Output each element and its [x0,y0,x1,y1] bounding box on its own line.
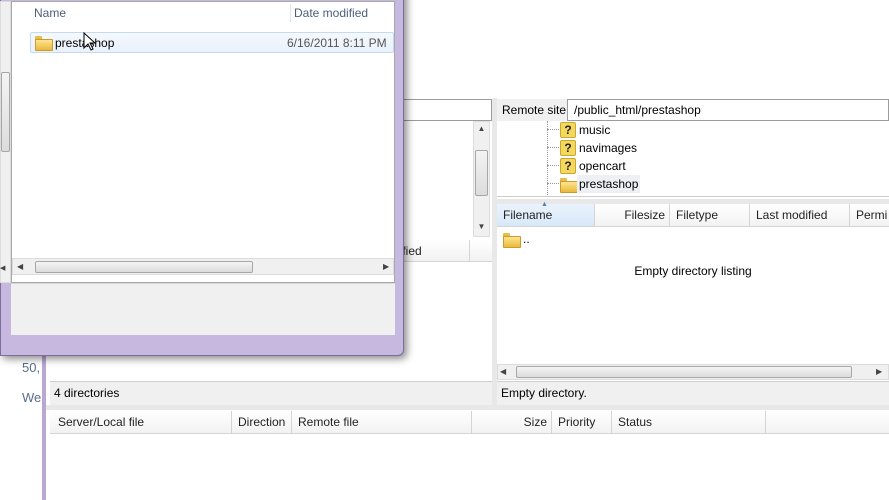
queue-column-priority[interactable]: Priority [552,411,612,433]
local-tree-scrollbar[interactable]: ▲ ▼ [473,121,490,237]
list-item-parent-directory[interactable]: .. [501,231,701,249]
queue-column-remote-file[interactable]: Remote file [292,411,472,433]
remote-list-hscrollbar[interactable]: ◀ ▶ [497,364,889,380]
sort-up-arrow-icon: ▲ [541,201,548,208]
scroll-down-arrow-icon[interactable]: ▼ [474,222,489,231]
remote-column-filesize[interactable]: Filesize [595,204,670,226]
file-date: 6/16/2011 8:11 PM [287,36,387,50]
remote-list-header: Filename ▲ Filesize Filetype Last modifi… [497,201,889,227]
scroll-up-arrow-icon[interactable]: ▲ [474,124,489,133]
scroll-thumb[interactable] [1,72,10,152]
scroll-right-arrow-icon[interactable]: ▶ [876,367,882,376]
scroll-left-arrow-icon[interactable]: ◀ [0,264,5,272]
scroll-thumb[interactable] [35,261,253,273]
scroll-left-arrow-icon[interactable]: ◀ [500,367,506,376]
scroll-thumb[interactable] [475,150,488,196]
question-folder-icon: ? [560,140,576,156]
background-text-fragment: We [22,390,42,405]
scroll-thumb[interactable] [516,366,852,378]
empty-listing-message: Empty directory listing [634,264,752,278]
tree-connector [547,147,559,148]
dialog-nav-scrollbar[interactable]: ◀ [0,1,11,283]
remote-status-bar: Empty directory. [497,381,889,405]
remote-site-bar: Remote site: /public_html/prestashop [497,99,889,121]
dialog-file-list: Name Date modified prestashop 6/16/2011 … [11,1,395,283]
tree-item-label: opencart [579,159,626,173]
tree-item-music[interactable]: ? music [547,121,747,139]
remote-column-permissions[interactable]: Permi [850,204,889,226]
dialog-hscrollbar[interactable]: ◀ ▶ [12,258,394,275]
scroll-right-arrow-icon[interactable]: ▶ [383,262,389,271]
tree-item-label: music [579,123,611,137]
remote-column-last-modified[interactable]: Last modified [750,204,850,226]
queue-list [50,434,889,500]
remote-column-filetype[interactable]: Filetype [670,204,750,226]
dialog-column-date-modified[interactable]: Date modified [282,2,394,24]
tree-connector [547,183,559,184]
tree-item-navimages[interactable]: ? navimages [547,139,747,157]
queue-column-server-local-file[interactable]: Server/Local file [50,411,232,433]
queue-header: Server/Local file Direction Remote file … [50,411,889,434]
tree-item-prestashop[interactable]: prestashop [547,175,747,193]
queue-column-direction[interactable]: Direction [232,411,292,433]
remote-site-label: Remote site: [502,103,570,117]
tree-item-label: navimages [579,141,638,155]
tree-connector [547,165,559,166]
queue-column-size[interactable]: Size [472,411,552,433]
dialog-footer [11,283,395,335]
queue-splitter[interactable] [46,405,889,410]
tree-connector [547,129,559,130]
remote-file-list: .. Empty directory listing [497,227,889,364]
open-file-dialog: Name Date modified prestashop 6/16/2011 … [0,0,404,356]
queue-column-status[interactable]: Status [612,411,766,433]
question-folder-icon: ? [560,158,576,174]
background-text-fragment: 50, [22,360,41,375]
folder-icon [35,36,53,51]
tree-item-opencart[interactable]: ? opencart [547,157,747,175]
dialog-column-name[interactable]: Name [22,2,292,24]
folder-icon [503,233,521,248]
folder-icon [560,178,578,193]
tree-item-label: prestashop [577,175,641,193]
local-status-bar: 4 directories [50,381,492,405]
list-item-label: .. [523,232,530,246]
question-folder-icon: ? [560,122,576,138]
scroll-left-arrow-icon[interactable]: ◀ [17,262,23,271]
dialog-list-header: Name Date modified [12,2,394,24]
remote-site-input[interactable]: /public_html/prestashop [567,99,889,121]
